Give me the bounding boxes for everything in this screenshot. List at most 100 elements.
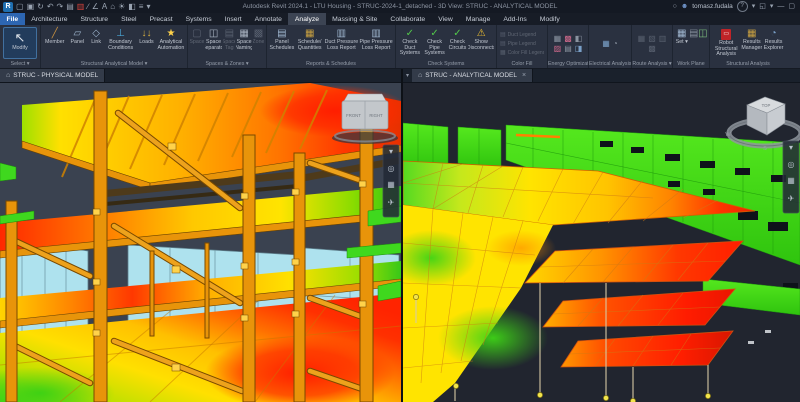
text-icon[interactable]: A (102, 0, 107, 13)
ribbon-button[interactable]: ▦Set ▾ (675, 26, 689, 60)
help-dropdown-icon[interactable]: ▾ (770, 0, 774, 13)
analytical-model-canvas[interactable]: TOP W S E ▾ ◎ ▦ ✈ (403, 83, 800, 402)
panel-label-route[interactable]: Route Analysis ▾ (632, 60, 672, 68)
qat-more-icon[interactable]: ▾ (146, 0, 150, 13)
ribbon-button[interactable]: ▦Color Fill Legend (500, 49, 544, 57)
ribbon-tab[interactable]: Manage (459, 13, 497, 25)
ribbon-tab[interactable]: File (0, 13, 25, 25)
ribbon-button[interactable]: ▧ (648, 34, 656, 43)
ribbon-button[interactable]: ◨ (575, 44, 583, 53)
ribbon-button[interactable]: ◔Results Explorer (763, 26, 784, 60)
tab-struc-analytical-model[interactable]: ⌂ STRUC - ANALYTICAL MODEL × (412, 69, 533, 82)
navigation-bar-left[interactable]: ▾ ◎ ▦ ✈ (383, 145, 399, 217)
user-avatar-icon[interactable]: ☻ (681, 0, 688, 13)
ribbon-button[interactable]: ▱Panel (67, 26, 87, 60)
ribbon-button[interactable]: ◔ (613, 39, 618, 48)
section-icon[interactable]: ◧ (128, 0, 136, 13)
open-icon[interactable]: ▢ (16, 0, 24, 13)
undo-icon[interactable]: ↶ (47, 0, 54, 13)
ribbon-tab[interactable]: Massing & Site (326, 13, 384, 25)
panel-label-structural[interactable]: Structural Analysis (710, 60, 786, 68)
sun-icon[interactable]: ☀ (118, 0, 125, 13)
panel-label-workplane[interactable]: Work Plane (673, 60, 709, 68)
thin-lines-icon[interactable]: ≡ (139, 0, 144, 13)
ribbon-button[interactable]: ⊥Boundary Conditions (105, 26, 136, 60)
ribbon-button[interactable]: ▥Pipe Pressure Loss Report (359, 26, 393, 60)
ribbon-button[interactable]: ✓Check Duct Systems (398, 26, 422, 60)
ribbon-button[interactable]: ▤Panel Schedules (269, 26, 295, 60)
help-icon[interactable]: ? (737, 1, 748, 12)
ribbon-button[interactable]: ▦ (602, 39, 610, 48)
ribbon-button[interactable]: ▤Space Tag (223, 26, 235, 60)
ribbon-button[interactable]: ★Analytical Automation (157, 26, 185, 60)
panel-label-electrical[interactable]: Electrical Analysis (589, 60, 631, 68)
ribbon-button[interactable]: ▤ (690, 26, 698, 60)
panel-label-colorfill[interactable]: Color Fill (497, 60, 547, 68)
ribbon-button[interactable]: ▦Schedule/ Quantities (296, 26, 324, 60)
sync-icon[interactable]: ↻ (37, 0, 44, 13)
navigation-bar-right[interactable]: ▾ ◎ ▦ ✈ (783, 141, 799, 213)
user-name[interactable]: tomasz.fudala (692, 3, 732, 10)
ribbon-tab[interactable]: Annotate (248, 13, 288, 25)
tile-menu-icon[interactable]: ▾ (403, 69, 412, 82)
panel-label-sam[interactable]: Structural Analytical Model ▾ (41, 60, 187, 68)
panel-label-energy[interactable]: Energy Optimization (548, 60, 588, 68)
modify-button[interactable]: ↖Modify (3, 27, 37, 59)
transfer-icon[interactable]: ▥ (77, 0, 85, 13)
ribbon-button[interactable]: ▨ (554, 44, 562, 53)
print-icon[interactable]: ▤ (66, 0, 74, 13)
restore-button[interactable]: ▢ (788, 0, 795, 13)
ribbon-tab[interactable]: Modify (533, 13, 566, 25)
ribbon-tab[interactable]: Steel (115, 13, 144, 25)
ribbon-button[interactable]: ╱Member (43, 26, 66, 60)
ribbon-button[interactable]: ▥ (659, 34, 667, 43)
ribbon-button[interactable]: ◫ (699, 26, 707, 60)
ribbon-button[interactable]: ↓↓Loads (137, 26, 156, 60)
ribbon-button[interactable]: ▦Results Manager (741, 26, 762, 60)
tab-struc-physical-model[interactable]: ⌂ STRUC - PHYSICAL MODEL (0, 69, 105, 82)
minimize-button[interactable]: — (777, 0, 784, 13)
user-dropdown-icon[interactable]: ▾ (752, 0, 756, 13)
ribbon-button[interactable]: ▦ (554, 34, 562, 43)
revit-logo-icon[interactable]: R (3, 2, 13, 12)
ribbon-button[interactable]: ▩ (564, 34, 572, 43)
dimension-icon[interactable]: ∠ (92, 0, 99, 13)
ribbon-button[interactable]: ▭Robot Structural Analysis (712, 26, 740, 60)
save-icon[interactable]: ▣ (27, 0, 35, 13)
ribbon-button[interactable]: ◧ (575, 34, 583, 43)
panel-label-spaces[interactable]: Spaces & Zones ▾ (188, 60, 266, 68)
ribbon-button[interactable]: ◫Space Separator (205, 26, 223, 60)
search-icon[interactable]: ○ (673, 0, 677, 13)
ribbon-tab[interactable]: Insert (218, 13, 248, 25)
ribbon-button[interactable]: ▩Zone (253, 26, 264, 60)
ribbon-tab[interactable]: Analyze (288, 13, 325, 25)
store-icon[interactable]: ◱ (759, 0, 766, 13)
ribbon-tab[interactable]: Collaborate (384, 13, 432, 25)
ribbon-button[interactable]: ▤Duct Legend (500, 31, 544, 39)
panel-label-check[interactable]: Check Systems (396, 60, 496, 68)
measure-icon[interactable]: ∕ (87, 0, 88, 13)
close-tab-icon[interactable]: × (522, 72, 526, 79)
ribbon-button[interactable]: ▤ (564, 44, 572, 53)
ribbon-tab[interactable]: View (432, 13, 460, 25)
ribbon-button[interactable]: ◇Link (88, 26, 104, 60)
ribbon-tab[interactable]: Systems (179, 13, 218, 25)
panel-label-reports[interactable]: Reports & Schedules (267, 60, 395, 68)
3d-view-icon[interactable]: ⌂ (110, 0, 115, 13)
panel-label-select[interactable]: Select ▾ (0, 60, 40, 68)
ribbon-button[interactable]: ▩ (648, 44, 656, 53)
redo-icon[interactable]: ↷ (57, 0, 64, 13)
ribbon-button[interactable]: ⚠Show Disconnects (468, 26, 494, 60)
ribbon-button[interactable]: ▦ (638, 34, 646, 43)
ribbon-tab[interactable]: Structure (74, 13, 115, 25)
ribbon-button[interactable]: ▥Duct Pressure Loss Report (325, 26, 359, 60)
ribbon-button[interactable]: ▢Space (190, 26, 204, 60)
ribbon-button[interactable]: ✓Check Circuits (447, 26, 467, 60)
ribbon-button[interactable]: ✓Check Pipe Systems (423, 26, 447, 60)
ribbon-tab[interactable]: Add-Ins (497, 13, 533, 25)
ribbon-tab[interactable]: Architecture (25, 13, 74, 25)
ribbon-tab[interactable]: Precast (143, 13, 179, 25)
ribbon-button[interactable]: ▤Pipe Legend (500, 40, 544, 48)
physical-model-canvas[interactable]: FRONT RIGHT ▾ ◎ ▦ ✈ (0, 83, 401, 402)
ribbon-button[interactable]: ▦Space Naming (236, 26, 252, 60)
